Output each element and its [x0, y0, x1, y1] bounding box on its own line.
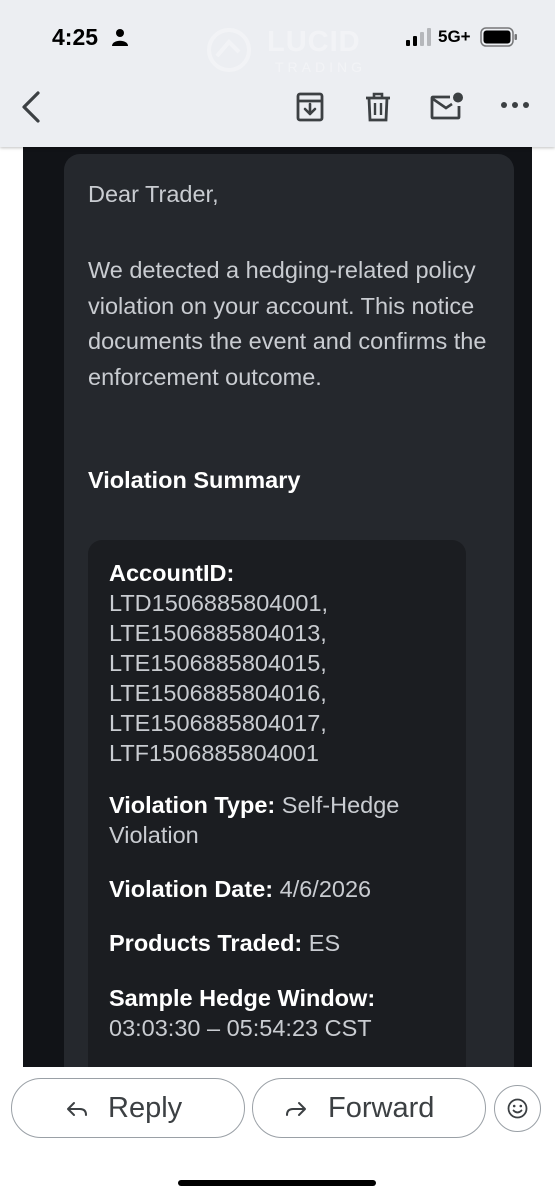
signal-icon — [406, 28, 431, 46]
account-id-field: AccountID: LTD1506885804001, LTE15068858… — [109, 558, 449, 768]
network-label: 5G+ — [438, 27, 471, 46]
back-icon[interactable] — [18, 90, 46, 124]
hedge-window-field: Sample Hedge Window: 03:03:30 – 05:54:23… — [109, 983, 449, 1043]
email-body: Dear Trader, We detected a hedging-relat… — [23, 147, 532, 1067]
section-title: Violation Summary — [88, 467, 301, 493]
status-time: 4:25 — [52, 24, 99, 50]
account-id-item: LTD1506885804001, — [109, 590, 329, 616]
emoji-reaction-button[interactable] — [494, 1085, 541, 1132]
violation-type-label: Violation Type: — [109, 792, 276, 818]
violation-type-field: Violation Type: Self-Hedge Violation — [109, 790, 449, 850]
hedge-window-value: 03:03:30 – 05:54:23 CST — [109, 1015, 372, 1041]
products-traded-value: ES — [308, 930, 341, 956]
archive-icon[interactable] — [296, 92, 324, 122]
violation-summary-box: AccountID: LTD1506885804001, LTE15068858… — [88, 540, 466, 1067]
forward-label: Forward — [328, 1092, 435, 1124]
account-id-item: LTE1506885804013, — [109, 620, 327, 646]
forward-icon — [286, 1102, 306, 1116]
violation-date-value: 4/6/2026 — [279, 876, 372, 902]
email-card: Dear Trader, We detected a hedging-relat… — [64, 154, 514, 1067]
brand-name: LUCID — [267, 26, 361, 58]
email-intro: We detected a hedging-related policy vio… — [88, 257, 487, 390]
account-id-label: AccountID: — [109, 560, 235, 586]
violation-date-label: Violation Date: — [109, 876, 274, 902]
forward-button[interactable]: Forward — [252, 1078, 486, 1138]
more-icon[interactable] — [500, 98, 530, 112]
email-greeting: Dear Trader, — [88, 181, 219, 207]
smiley-icon — [507, 1098, 528, 1119]
brand-subtitle: TRADING — [275, 59, 366, 75]
battery-icon — [480, 27, 517, 47]
brand-logo-icon — [207, 28, 251, 72]
account-id-item: LTE1506885804015, — [109, 650, 327, 676]
account-id-item: LTF1506885804001 — [109, 740, 319, 766]
account-id-item: LTE1506885804016, — [109, 680, 327, 706]
violation-date-field: Violation Date: 4/6/2026 — [109, 874, 449, 904]
hedge-window-label: Sample Hedge Window: — [109, 985, 376, 1011]
reply-icon — [67, 1102, 87, 1116]
account-id-item: LTE1506885804017, — [109, 710, 327, 736]
person-icon — [112, 29, 128, 46]
reply-button[interactable]: Reply — [11, 1078, 245, 1138]
delete-icon[interactable] — [365, 92, 391, 122]
products-traded-field: Products Traded: ES — [109, 928, 449, 958]
reply-label: Reply — [108, 1092, 183, 1124]
bottom-action-bar: Reply Forward — [0, 1067, 555, 1200]
mark-unread-icon[interactable] — [430, 92, 464, 120]
brand-watermark: LUCID TRADING — [205, 24, 375, 76]
products-traded-label: Products Traded: — [109, 930, 303, 956]
top-bar: 4:25 LUCID TRADING 5G+ — [0, 0, 555, 147]
home-indicator — [178, 1180, 376, 1186]
